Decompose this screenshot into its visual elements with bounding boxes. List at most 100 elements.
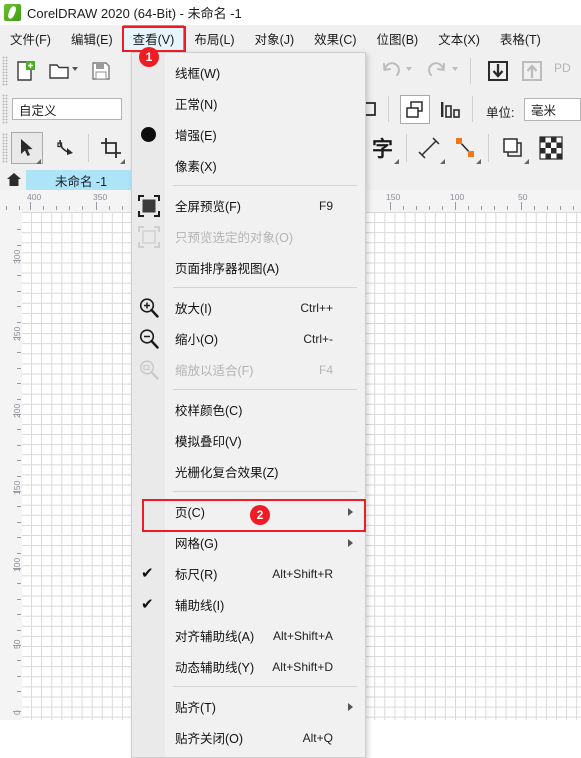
units-label: 单位: (486, 106, 515, 120)
menu-item-rulers[interactable]: ✔ 标尺(R) Alt+Shift+R (132, 558, 365, 589)
undo-dropdown-caret-icon[interactable] (406, 67, 412, 71)
open-folder-icon[interactable] (46, 58, 72, 84)
crop-tool-icon[interactable] (98, 135, 124, 161)
vruler-label-150: 150 (12, 480, 22, 495)
redo-dropdown-caret-icon[interactable] (452, 67, 458, 71)
menu-file[interactable]: 文件(F) (0, 25, 61, 52)
menu-item-label: 缩放以适合(F) (175, 364, 254, 378)
shape-tool-node-icon[interactable] (52, 135, 78, 161)
drop-shadow-icon[interactable] (500, 135, 526, 161)
menu-text[interactable]: 文本(X) (428, 25, 490, 52)
menu-item-proof-colors[interactable]: 校样颜色(C) (132, 394, 365, 425)
submenu-arrow-icon (348, 538, 353, 547)
menu-item-label: 正常(N) (175, 98, 218, 112)
menu-separator (173, 287, 357, 288)
align-distribute-icon[interactable] (436, 96, 464, 124)
publish-pdf-icon[interactable]: PD (554, 61, 571, 75)
menu-item-rasterize-complex-effects[interactable]: 光栅化复合效果(Z) (132, 456, 365, 487)
zoom-out-icon (132, 323, 165, 354)
menu-item-accel: Ctrl+- (303, 331, 333, 346)
home-icon[interactable] (6, 172, 22, 190)
toolbar-separator-2 (388, 96, 389, 122)
import-down-arrow-icon[interactable] (484, 57, 512, 85)
hruler-label-50: 50 (518, 192, 528, 202)
property-bar-grip[interactable] (2, 94, 8, 124)
menu-item-label: 贴齐关闭(O) (175, 732, 244, 746)
menu-item-label: 全屏预览(F) (175, 200, 241, 214)
toolbox-grip[interactable] (2, 133, 8, 163)
dimension-line-icon[interactable] (416, 135, 442, 161)
hruler-label-150: 150 (386, 192, 401, 202)
menu-item-label: 标尺(R) (175, 568, 218, 582)
coreldraw-balloon-icon (4, 4, 21, 21)
menu-item-zoom-in[interactable]: 放大(I) Ctrl++ (132, 292, 365, 323)
menu-item-accel: Alt+Shift+D (272, 659, 333, 674)
menu-item-label: 页面排序器视图(A) (175, 262, 280, 276)
menu-table[interactable]: 表格(T) (490, 25, 551, 52)
menu-item-grid[interactable]: 网格(G) (132, 527, 365, 558)
enhanced-circle-icon (132, 119, 165, 150)
menu-item-normal[interactable]: 正常(N) (132, 88, 365, 119)
vertical-ruler[interactable]: 300 250 200 150 100 50 0 (0, 212, 23, 720)
submenu-arrow-icon (348, 702, 353, 711)
menu-item-snap-to[interactable]: 贴齐(T) (132, 691, 365, 722)
export-up-arrow-icon[interactable] (518, 57, 546, 85)
fullscreen-preview-icon (132, 190, 165, 221)
units-combo[interactable]: 毫米 (524, 98, 581, 121)
menu-separator (173, 185, 357, 186)
menu-item-snap-off[interactable]: 贴齐关闭(O) Alt+Q (132, 722, 365, 753)
undo-arrow-icon[interactable] (378, 58, 404, 84)
menu-item-accel: F9 (318, 198, 333, 213)
menu-item-pixels[interactable]: 像素(X) (132, 150, 365, 181)
menu-separator (173, 389, 357, 390)
menu-item-simulate-overprints[interactable]: 模拟叠印(V) (132, 425, 365, 456)
menu-item-label: 对齐辅助线(A) (175, 630, 255, 644)
document-tab-untitled[interactable]: 未命名 -1 (26, 170, 136, 190)
menu-item-label: 光栅化复合效果(Z) (175, 466, 279, 480)
menu-item-label: 增强(E) (175, 129, 217, 143)
menu-layout[interactable]: 布局(L) (184, 25, 244, 52)
annotation-badge-2: 2 (250, 505, 270, 525)
view-menu-dropdown: 线框(W) 正常(N) 增强(E) 像素(X) 全屏预览(F) F9 只预览选定 (131, 52, 366, 758)
menu-item-page[interactable]: 页(C) (132, 496, 365, 527)
menu-item-label: 模拟叠印(V) (175, 435, 242, 449)
menu-item-enhanced[interactable]: 增强(E) (132, 119, 365, 150)
menu-item-page-sorter-view[interactable]: 页面排序器视图(A) (132, 252, 365, 283)
save-disk-icon[interactable] (88, 58, 114, 84)
menu-item-wireframe[interactable]: 线框(W) (132, 57, 365, 88)
menu-item-alignment-guides[interactable]: 对齐辅助线(A) Alt+Shift+D Alt+Shift+A (132, 620, 365, 651)
transparency-checker-icon[interactable] (538, 135, 564, 161)
menu-item-accel: F4 (318, 362, 333, 377)
order-objects-icon[interactable] (402, 97, 428, 123)
submenu-arrow-icon (348, 507, 353, 516)
menu-item-dynamic-guides[interactable]: 动态辅助线(Y) Alt+Shift+D (132, 651, 365, 682)
menu-effects[interactable]: 效果(C) (304, 25, 366, 52)
new-document-icon[interactable] (12, 58, 38, 84)
menu-item-accel: Ctrl++ (300, 300, 333, 315)
menu-object[interactable]: 对象(J) (245, 25, 305, 52)
vruler-label-250: 250 (12, 326, 22, 341)
redo-arrow-icon[interactable] (424, 58, 450, 84)
pick-tool-arrow-icon[interactable] (14, 135, 40, 161)
preset-combo[interactable]: 自定义 (12, 98, 122, 120)
toolbox-separator-2 (406, 134, 407, 162)
menu-item-zoom-out[interactable]: 缩小(O) Ctrl+- (132, 323, 365, 354)
svg-text:字: 字 (372, 137, 393, 161)
connector-tool-icon[interactable] (452, 135, 478, 161)
menu-item-label: 网格(G) (175, 537, 219, 551)
checkmark-icon: ✔ (141, 565, 154, 582)
toolbar-grip[interactable] (2, 56, 8, 86)
menu-edit[interactable]: 编辑(E) (61, 25, 123, 52)
menu-item-accel: Alt+Shift+R (272, 566, 333, 581)
menu-separator (173, 686, 357, 687)
menu-item-full-screen-preview[interactable]: 全屏预览(F) F9 (132, 190, 365, 221)
toolbox-separator-1 (88, 134, 89, 162)
checkmark-icon: ✔ (141, 596, 154, 613)
menu-item-label: 辅助线(I) (175, 599, 225, 613)
menu-item-zoom-to-fit: 缩放以适合(F) F4 (132, 354, 365, 385)
menu-bitmap[interactable]: 位图(B) (367, 25, 429, 52)
open-dropdown-caret-icon[interactable] (72, 67, 78, 71)
menu-item-label: 只预览选定的对象(O) (175, 231, 294, 245)
hruler-label-350: 350 (93, 192, 108, 202)
menu-item-guidelines[interactable]: ✔ 辅助线(I) (132, 589, 365, 620)
